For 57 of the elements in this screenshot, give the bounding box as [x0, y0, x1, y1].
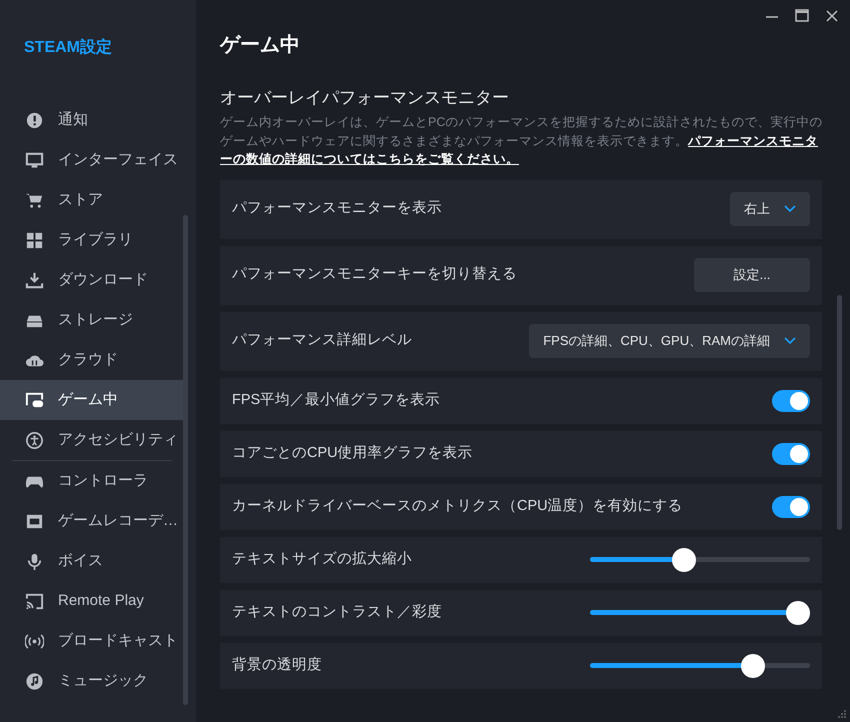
music-icon — [25, 672, 44, 690]
slider-thumb[interactable] — [740, 654, 765, 678]
dropdown[interactable]: FPSの詳細、CPU、GPU、RAMの詳細 — [529, 324, 810, 358]
download-icon — [25, 270, 44, 290]
setting-label: コアごとのCPU使用率グラフを表示 — [232, 444, 473, 463]
toggle-switch[interactable] — [772, 496, 810, 518]
sidebar-item[interactable]: Remote Play — [0, 581, 184, 621]
accessibility-icon — [25, 430, 44, 450]
setting-label: パフォーマンスモニターを表示 — [232, 199, 442, 218]
setting-label: テキストのコントラスト／彩度 — [232, 602, 442, 622]
chevron-down-icon — [784, 337, 796, 345]
page-title: ゲーム中 — [220, 33, 301, 58]
sidebar-item[interactable]: アクセシビリティ — [0, 420, 184, 460]
setting-label: パフォーマンスモニターキーを切り替える — [232, 265, 517, 284]
toggle-switch[interactable] — [772, 390, 810, 412]
toggle-switch[interactable] — [772, 442, 810, 464]
monitor-icon — [25, 150, 44, 170]
alert-icon — [25, 110, 44, 130]
sidebar-item[interactable]: 通知 — [0, 100, 184, 140]
close-icon[interactable] — [824, 8, 840, 24]
sidebar-item[interactable]: クラウド — [0, 340, 184, 380]
setting-label: カーネルドライバーベースのメトリクス（CPU温度）を有効にする — [232, 496, 683, 516]
chevron-down-icon — [784, 205, 796, 213]
sidebar-item[interactable]: ミュージック — [0, 661, 184, 701]
sidebar-item[interactable]: ゲームレコーデ… — [0, 501, 184, 541]
sidebar-item[interactable]: コントローラ — [0, 461, 184, 501]
sidebar-item[interactable]: ストア — [0, 180, 184, 220]
slider-thumb[interactable] — [786, 600, 810, 624]
gamepad-screen-icon — [25, 390, 44, 410]
sidebar-item[interactable]: ボイス — [0, 541, 184, 581]
settings-button[interactable]: 設定... — [694, 258, 810, 292]
resize-grip-icon — [837, 709, 847, 719]
setting-label: テキストサイズの拡大縮小 — [232, 550, 412, 569]
details-link[interactable]: ーの数値の詳細についてはこちらをご覧ください。 — [220, 152, 519, 166]
setting-label: 背景の透明度 — [232, 656, 322, 675]
slider[interactable] — [590, 548, 810, 572]
section-title: オーバーレイパフォーマンスモニター — [220, 87, 510, 109]
sidebar-item[interactable]: ブロードキャスト — [0, 621, 184, 661]
sidebar-item[interactable]: ライブラリ — [0, 220, 184, 260]
slider[interactable] — [590, 600, 810, 624]
details-link[interactable]: パフォーマンスモニタ — [688, 134, 818, 148]
setting-label: パフォーマンス詳細レベル — [232, 331, 412, 350]
sidebar-item[interactable]: インターフェイス — [0, 140, 184, 180]
sidebar-item[interactable]: ゲーム中 — [0, 380, 184, 420]
broadcast-icon — [25, 632, 44, 650]
dropdown[interactable]: 右上 — [730, 192, 810, 226]
setting-label: FPS平均／最小値グラフを表示 — [232, 390, 440, 410]
sidebar-item[interactable]: ストレージ — [0, 300, 184, 340]
sidebar-title: STEAM設定 — [24, 37, 113, 58]
microphone-icon — [25, 552, 44, 570]
section-description: ゲーム内オーバーレイは、ゲームとPCのパフォーマンスを把握するために設計されたもので、実行中のゲームやハードウェアに関するさまざまなパフォーマンス情報を表示できます。パフォーマンスモニタ ーの数値の詳細についてはこちらをご覧ください。 — [220, 114, 824, 168]
cast-icon — [25, 592, 44, 610]
slider[interactable] — [590, 654, 810, 678]
sidebar-item[interactable]: ダウンロード — [0, 260, 184, 300]
slider-thumb[interactable] — [672, 548, 696, 572]
grid-icon — [25, 230, 44, 250]
maximize-icon[interactable] — [794, 8, 810, 24]
